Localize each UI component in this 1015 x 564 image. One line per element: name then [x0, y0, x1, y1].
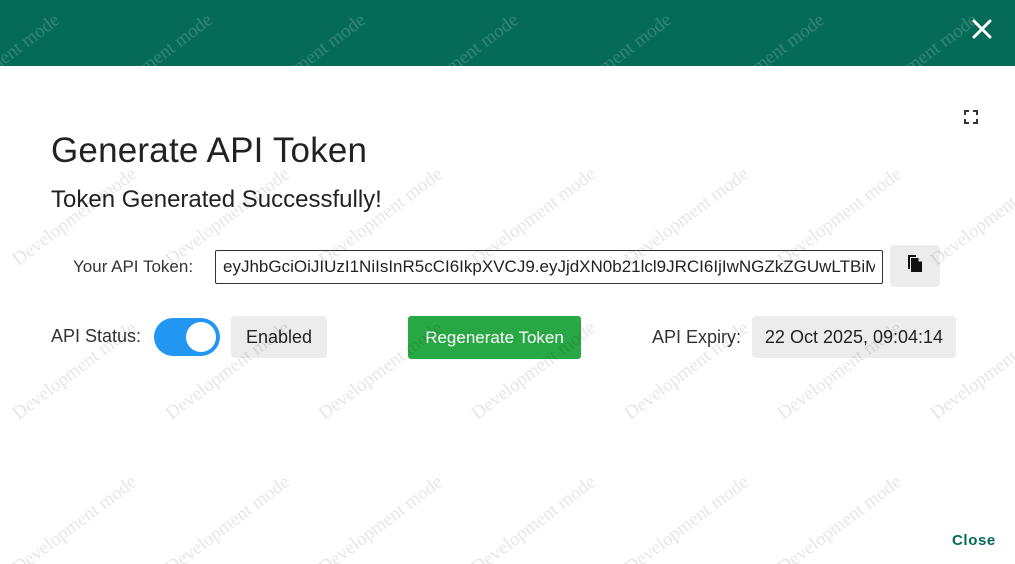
watermark-text: Development mode [161, 471, 294, 564]
success-message: Token Generated Successfully! [51, 186, 382, 213]
close-icon[interactable] [971, 18, 993, 40]
api-expiry-value: 22 Oct 2025, 09:04:14 [752, 316, 956, 358]
watermark-text: Development mode [467, 471, 600, 564]
copy-token-button[interactable] [890, 245, 940, 287]
dialog-header [0, 0, 1015, 66]
watermark-text: Development mode [8, 471, 141, 564]
dialog-title: Generate API Token [51, 131, 368, 170]
api-status-toggle[interactable] [154, 318, 220, 356]
watermark-text: Development mode [314, 471, 447, 564]
api-token-field[interactable] [215, 250, 883, 284]
watermark-text: Development mode [773, 471, 906, 564]
token-label: Your API Token: [73, 257, 194, 276]
api-status-label: API Status: [51, 326, 142, 346]
fullscreen-icon[interactable] [963, 109, 979, 125]
watermark-text: Development mode [8, 163, 141, 271]
copy-icon [906, 254, 924, 279]
toggle-knob [186, 322, 216, 352]
regenerate-token-button[interactable]: Regenerate Token [408, 316, 581, 359]
api-expiry-label: API Expiry: [652, 327, 742, 347]
watermark-text: Development mode [620, 471, 753, 564]
close-button[interactable]: Close [952, 532, 996, 549]
status-badge: Enabled [231, 316, 327, 358]
